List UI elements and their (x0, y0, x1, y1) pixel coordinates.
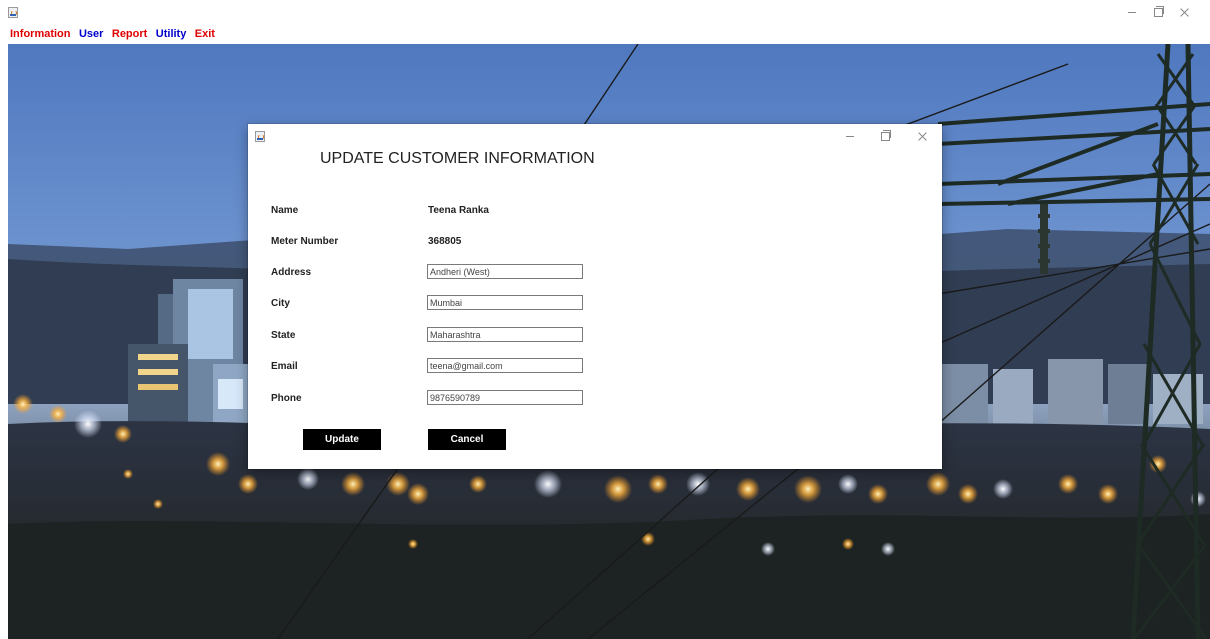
name-label: Name (271, 205, 299, 216)
menu-utility[interactable]: Utility (154, 26, 189, 42)
menu-information[interactable]: Information (0, 26, 73, 42)
menu-bar: Information User Report Utility Exit (0, 24, 1210, 42)
email-input[interactable] (427, 358, 583, 373)
state-input[interactable] (427, 327, 583, 342)
name-value: Teena Ranka (428, 205, 489, 216)
dialog-close-icon[interactable] (902, 124, 942, 148)
state-label: State (271, 330, 296, 341)
menu-user[interactable]: User (77, 26, 105, 42)
update-customer-dialog: UPDATE CUSTOMER INFORMATION Name Teena R… (248, 124, 942, 469)
menu-report[interactable]: Report (110, 26, 149, 42)
update-button[interactable]: Update (303, 429, 381, 450)
cancel-button[interactable]: Cancel (428, 429, 506, 450)
phone-label: Phone (271, 393, 302, 404)
main-title-bar (0, 0, 1210, 24)
main-close-icon[interactable] (1164, 0, 1204, 24)
email-label: Email (271, 361, 298, 372)
dialog-java-icon (255, 131, 265, 142)
main-window: Information User Report Utility Exit UPD… (0, 0, 1210, 639)
menu-exit[interactable]: Exit (193, 26, 217, 42)
meter-number-label: Meter Number (271, 236, 339, 247)
city-input[interactable] (427, 295, 583, 310)
java-app-icon (8, 7, 18, 18)
address-input[interactable] (427, 264, 583, 279)
phone-input[interactable] (427, 390, 583, 405)
city-label: City (271, 298, 290, 309)
address-label: Address (271, 267, 312, 278)
meter-number-value: 368805 (428, 236, 462, 247)
dialog-minimize-icon[interactable] (830, 124, 870, 148)
dialog-title: UPDATE CUSTOMER INFORMATION (320, 150, 595, 167)
dialog-maximize-icon[interactable] (865, 124, 905, 148)
